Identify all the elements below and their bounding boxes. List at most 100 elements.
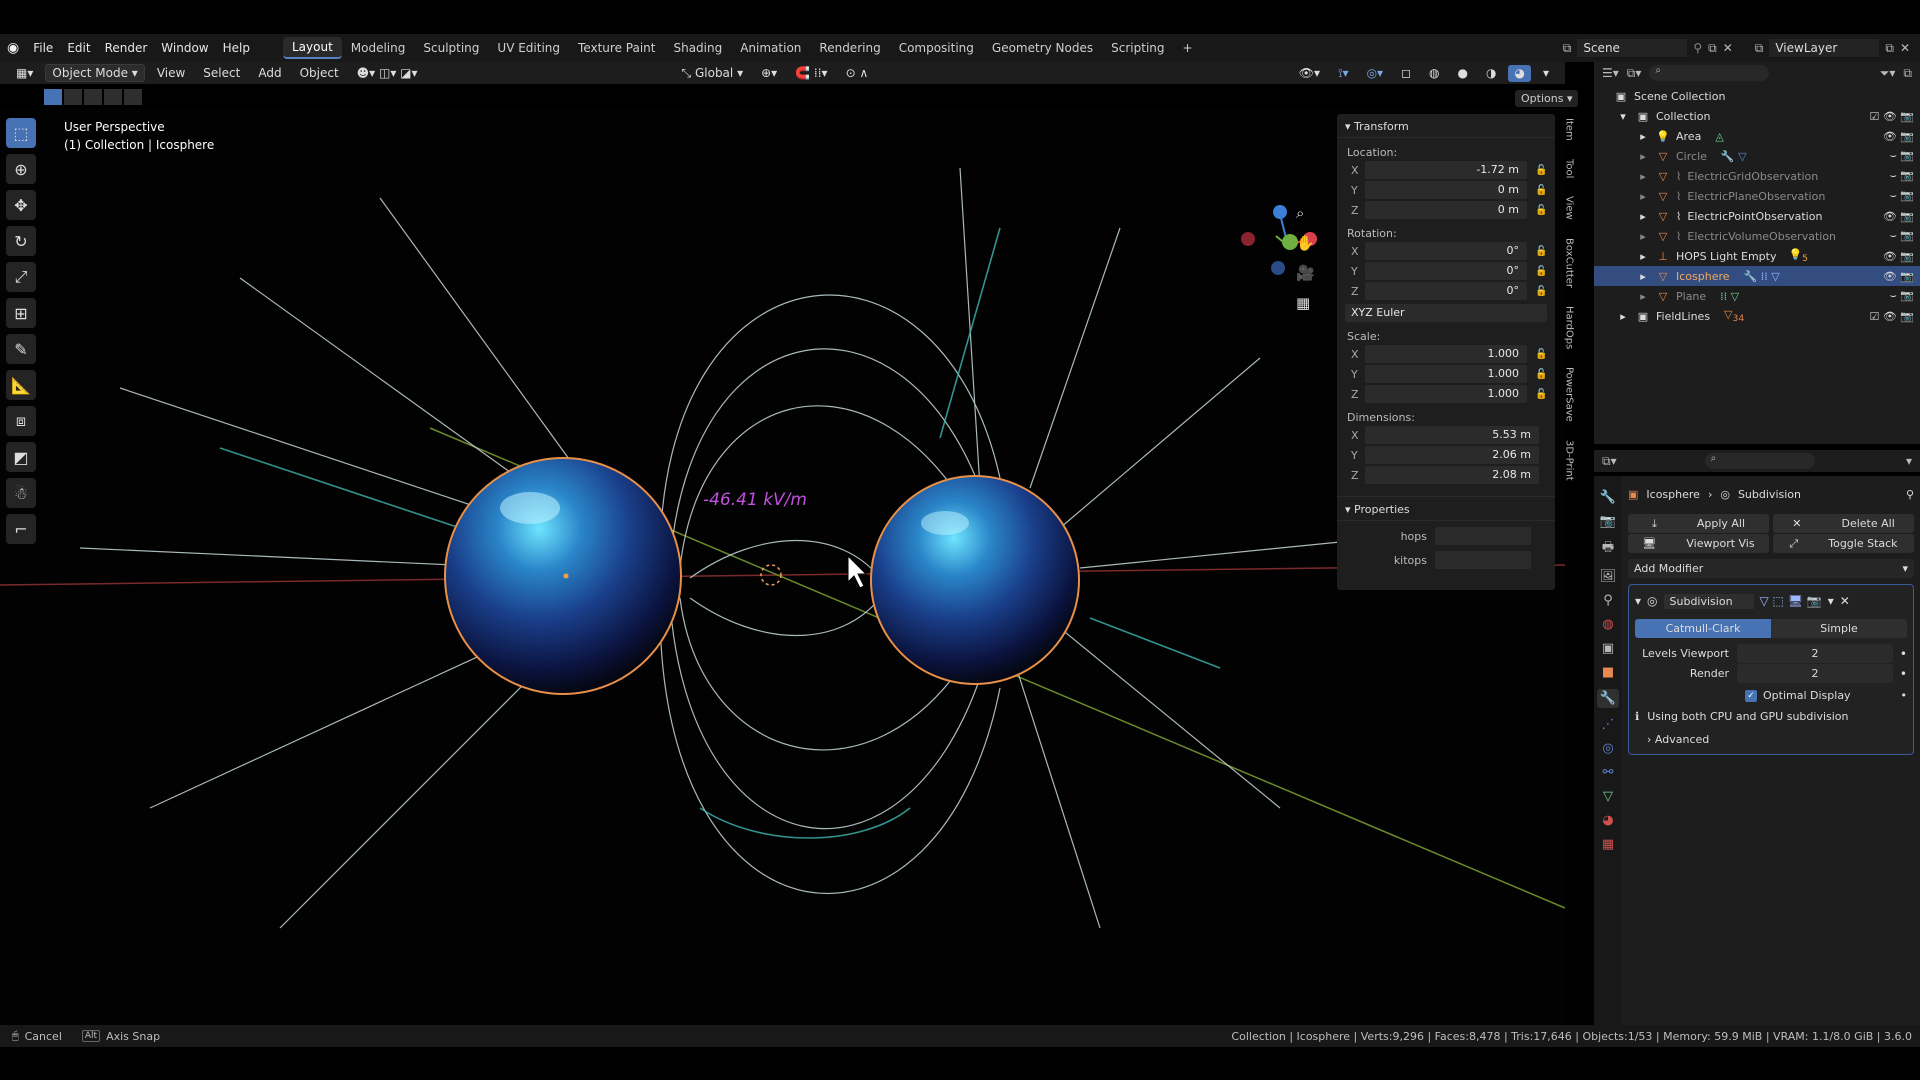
snap-icon[interactable]: 🧲 ⁞⁞▾ xyxy=(789,65,833,81)
display-mode-icon[interactable]: ⧉▾ xyxy=(1627,66,1642,81)
lock-icon[interactable]: 🔓 xyxy=(1535,205,1547,216)
outliner-item-plane[interactable]: ▸ ▽ Plane ⁞⁞ ▽ ⌣ 📷 xyxy=(1594,286,1920,306)
constraints-tab-icon[interactable]: ⚯ xyxy=(1603,765,1614,780)
tab-modeling[interactable]: Modeling xyxy=(342,38,415,58)
modifier-name-field[interactable]: Subdivision xyxy=(1663,593,1754,609)
tab-compositing[interactable]: Compositing xyxy=(890,38,983,58)
lock-icon[interactable]: 🔓 xyxy=(1535,389,1547,400)
keyframe-dot-icon[interactable]: • xyxy=(1893,667,1907,681)
modifier-toggles-icon[interactable]: ▽ ⬚ 🖥 📷 xyxy=(1760,594,1822,608)
expand-arrow-icon[interactable]: ▸ xyxy=(1636,170,1650,183)
blender-logo-icon[interactable]: ◉ xyxy=(0,40,26,56)
keyframe-dot-icon[interactable]: • xyxy=(1901,689,1908,702)
lock-icon[interactable]: 🔓 xyxy=(1535,349,1547,360)
tab-uv-editing[interactable]: UV Editing xyxy=(488,38,569,58)
pan-hand-icon[interactable]: ✋ xyxy=(1296,234,1315,252)
tool-tab-icon[interactable]: 🔧 xyxy=(1600,490,1616,505)
visibility-eye-icon[interactable]: ⌣ 📷 xyxy=(1890,229,1914,243)
lock-icon[interactable]: 🔓 xyxy=(1535,165,1547,176)
select-new-icon[interactable] xyxy=(44,89,62,105)
outliner-item-circle[interactable]: ▸ ▽ Circle 🔧 ▽ ⌣ 📷 xyxy=(1594,146,1920,166)
visibility-eye-icon[interactable]: ⌣ 📷 xyxy=(1890,289,1914,303)
move-tool-icon[interactable]: ✥ xyxy=(6,190,36,220)
overlay-icon[interactable]: ◎▾ xyxy=(1361,65,1390,82)
properties-options-icon[interactable]: ▾ xyxy=(1906,454,1912,468)
select-invert-icon[interactable] xyxy=(104,89,122,105)
lock-icon[interactable]: 🔓 xyxy=(1535,369,1547,380)
shading-material-icon[interactable]: ◑ xyxy=(1480,65,1502,82)
render-tab-icon[interactable]: 📷 xyxy=(1600,514,1616,529)
outliner-item-icosphere[interactable]: ▸ ▽ Icosphere 🔧 ⁞⁞ ▽ 👁 📷 xyxy=(1594,266,1920,286)
simple-button[interactable]: Simple xyxy=(1771,619,1907,638)
transform-orientation-dropdown[interactable]: ⤡ Global ▾ xyxy=(676,65,750,82)
modifier-menu-icon[interactable]: ▾ xyxy=(1828,594,1834,608)
menu-file[interactable]: File xyxy=(26,41,60,55)
world-tab-icon[interactable]: ◍ xyxy=(1602,617,1613,632)
toggle-stack-button[interactable]: ⤢ Toggle Stack xyxy=(1773,534,1914,553)
menu-select[interactable]: Select xyxy=(197,65,246,81)
transform-tool-icon[interactable]: ⊞ xyxy=(6,298,36,328)
zoom-icon[interactable]: ⌕ xyxy=(1296,204,1315,222)
expand-arrow-icon[interactable]: ▸ xyxy=(1636,210,1650,223)
outliner-editor-icon[interactable]: ☰▾ xyxy=(1602,66,1619,80)
expand-arrow-icon[interactable]: ▾ xyxy=(1616,110,1630,123)
tab-geometry-nodes[interactable]: Geometry Nodes xyxy=(983,38,1102,58)
hops-tool-icon[interactable]: ☃ xyxy=(6,478,36,508)
tab-texture-paint[interactable]: Texture Paint xyxy=(569,38,664,58)
data-tab-icon[interactable]: ▽ xyxy=(1603,789,1613,804)
outliner-item-electricgridobservation[interactable]: ▸ ▽ ⌇ ElectricGridObservation ⌣ 📷 xyxy=(1594,166,1920,186)
outliner-item-electricplaneobservation[interactable]: ▸ ▽ ⌇ ElectricPlaneObservation ⌣ 📷 xyxy=(1594,186,1920,206)
optimal-display-checkbox[interactable]: ✓ xyxy=(1745,689,1757,702)
scene-field[interactable]: Scene xyxy=(1577,39,1688,57)
pin-icon[interactable]: ⚲ xyxy=(1906,488,1914,501)
outliner-collection-fieldlines[interactable]: ▸ ▣ FieldLines ▽34 ☑ 👁 📷 xyxy=(1594,306,1920,326)
tab-boxcutter[interactable]: BoxCutter xyxy=(1564,234,1575,292)
tab-animation[interactable]: Animation xyxy=(731,38,810,58)
texture-tab-icon[interactable]: ▦ xyxy=(1602,837,1614,852)
location-z-field[interactable]: Z0 m 🔓 xyxy=(1345,201,1547,219)
tab-rendering[interactable]: Rendering xyxy=(810,38,889,58)
shading-wireframe-icon[interactable]: ◍ xyxy=(1423,65,1445,82)
view-layer-field[interactable]: ViewLayer xyxy=(1769,39,1880,57)
visibility-eye-icon[interactable]: 👁 📷 xyxy=(1883,210,1914,223)
tab-sculpting[interactable]: Sculpting xyxy=(414,38,488,58)
catmull-clark-button[interactable]: Catmull-Clark xyxy=(1635,619,1771,638)
collapse-arrow-icon[interactable]: ▾ xyxy=(1635,594,1641,608)
rotation-y-field[interactable]: Y 0° 🔓 xyxy=(1345,262,1547,280)
pin-icon[interactable]: ⚲ xyxy=(1693,41,1702,55)
menu-render[interactable]: Render xyxy=(98,41,155,55)
tab-shading[interactable]: Shading xyxy=(664,38,731,58)
expand-arrow-icon[interactable]: ▸ xyxy=(1636,290,1650,303)
gizmo-icon[interactable]: ⟟▾ xyxy=(1332,65,1355,82)
menu-help[interactable]: Help xyxy=(216,41,257,55)
rotation-z-field[interactable]: Z 0° 🔓 xyxy=(1345,282,1547,300)
visibility-eye-icon[interactable]: ☑ 👁 📷 xyxy=(1869,310,1914,323)
expand-arrow-icon[interactable]: ▸ xyxy=(1636,230,1650,243)
tab-3d-print[interactable]: 3D-Print xyxy=(1564,436,1575,485)
boxcutter-tool-icon[interactable]: ◩ xyxy=(6,442,36,472)
expand-arrow-icon[interactable]: ▸ xyxy=(1636,150,1650,163)
select-intersect-icon[interactable] xyxy=(124,89,142,105)
menu-view[interactable]: View xyxy=(151,65,191,81)
3d-viewport[interactable]: User Perspective (1) Collection | Icosph… xyxy=(0,108,1565,1025)
properties-editor-icon[interactable]: ⧉▾ xyxy=(1602,454,1617,469)
outliner-item-area[interactable]: ▸ 💡 Area ◬ 👁 📷 xyxy=(1594,126,1920,146)
properties-section-header[interactable]: ▾ Properties xyxy=(1337,496,1555,521)
outliner-item-electricpointobservation[interactable]: ▸ ▽ ⌇ ElectricPointObservation 👁 📷 xyxy=(1594,206,1920,226)
cursor-tool-icon[interactable]: ⊕ xyxy=(6,154,36,184)
annotate-tool-icon[interactable]: ✎ xyxy=(6,334,36,364)
icosphere-left[interactable] xyxy=(444,457,682,695)
visibility-eye-icon[interactable]: ⌣ 📷 xyxy=(1890,169,1914,183)
object-tab-icon[interactable]: ■ xyxy=(1602,665,1614,680)
add-workspace-button[interactable]: + xyxy=(1174,38,1202,58)
dimensions-x-field[interactable]: X 5.53 m xyxy=(1345,426,1547,444)
outliner-scene-collection[interactable]: ▣ Scene Collection xyxy=(1594,86,1920,106)
visibility-eye-icon[interactable]: ☑ 👁 📷 xyxy=(1869,110,1914,123)
xray-icon[interactable]: ◻ xyxy=(1395,65,1417,82)
grease-pencil-icon[interactable]: ☻▾ ◫▾ ◪▾ xyxy=(351,65,424,81)
apply-all-button[interactable]: ⤓ Apply All xyxy=(1628,514,1769,533)
tab-powersave[interactable]: PowerSave xyxy=(1564,363,1575,426)
menu-object[interactable]: Object xyxy=(294,65,345,81)
editor-type-icon[interactable]: ▦▾ xyxy=(10,65,39,81)
hops-property[interactable]: hops xyxy=(1345,527,1547,545)
